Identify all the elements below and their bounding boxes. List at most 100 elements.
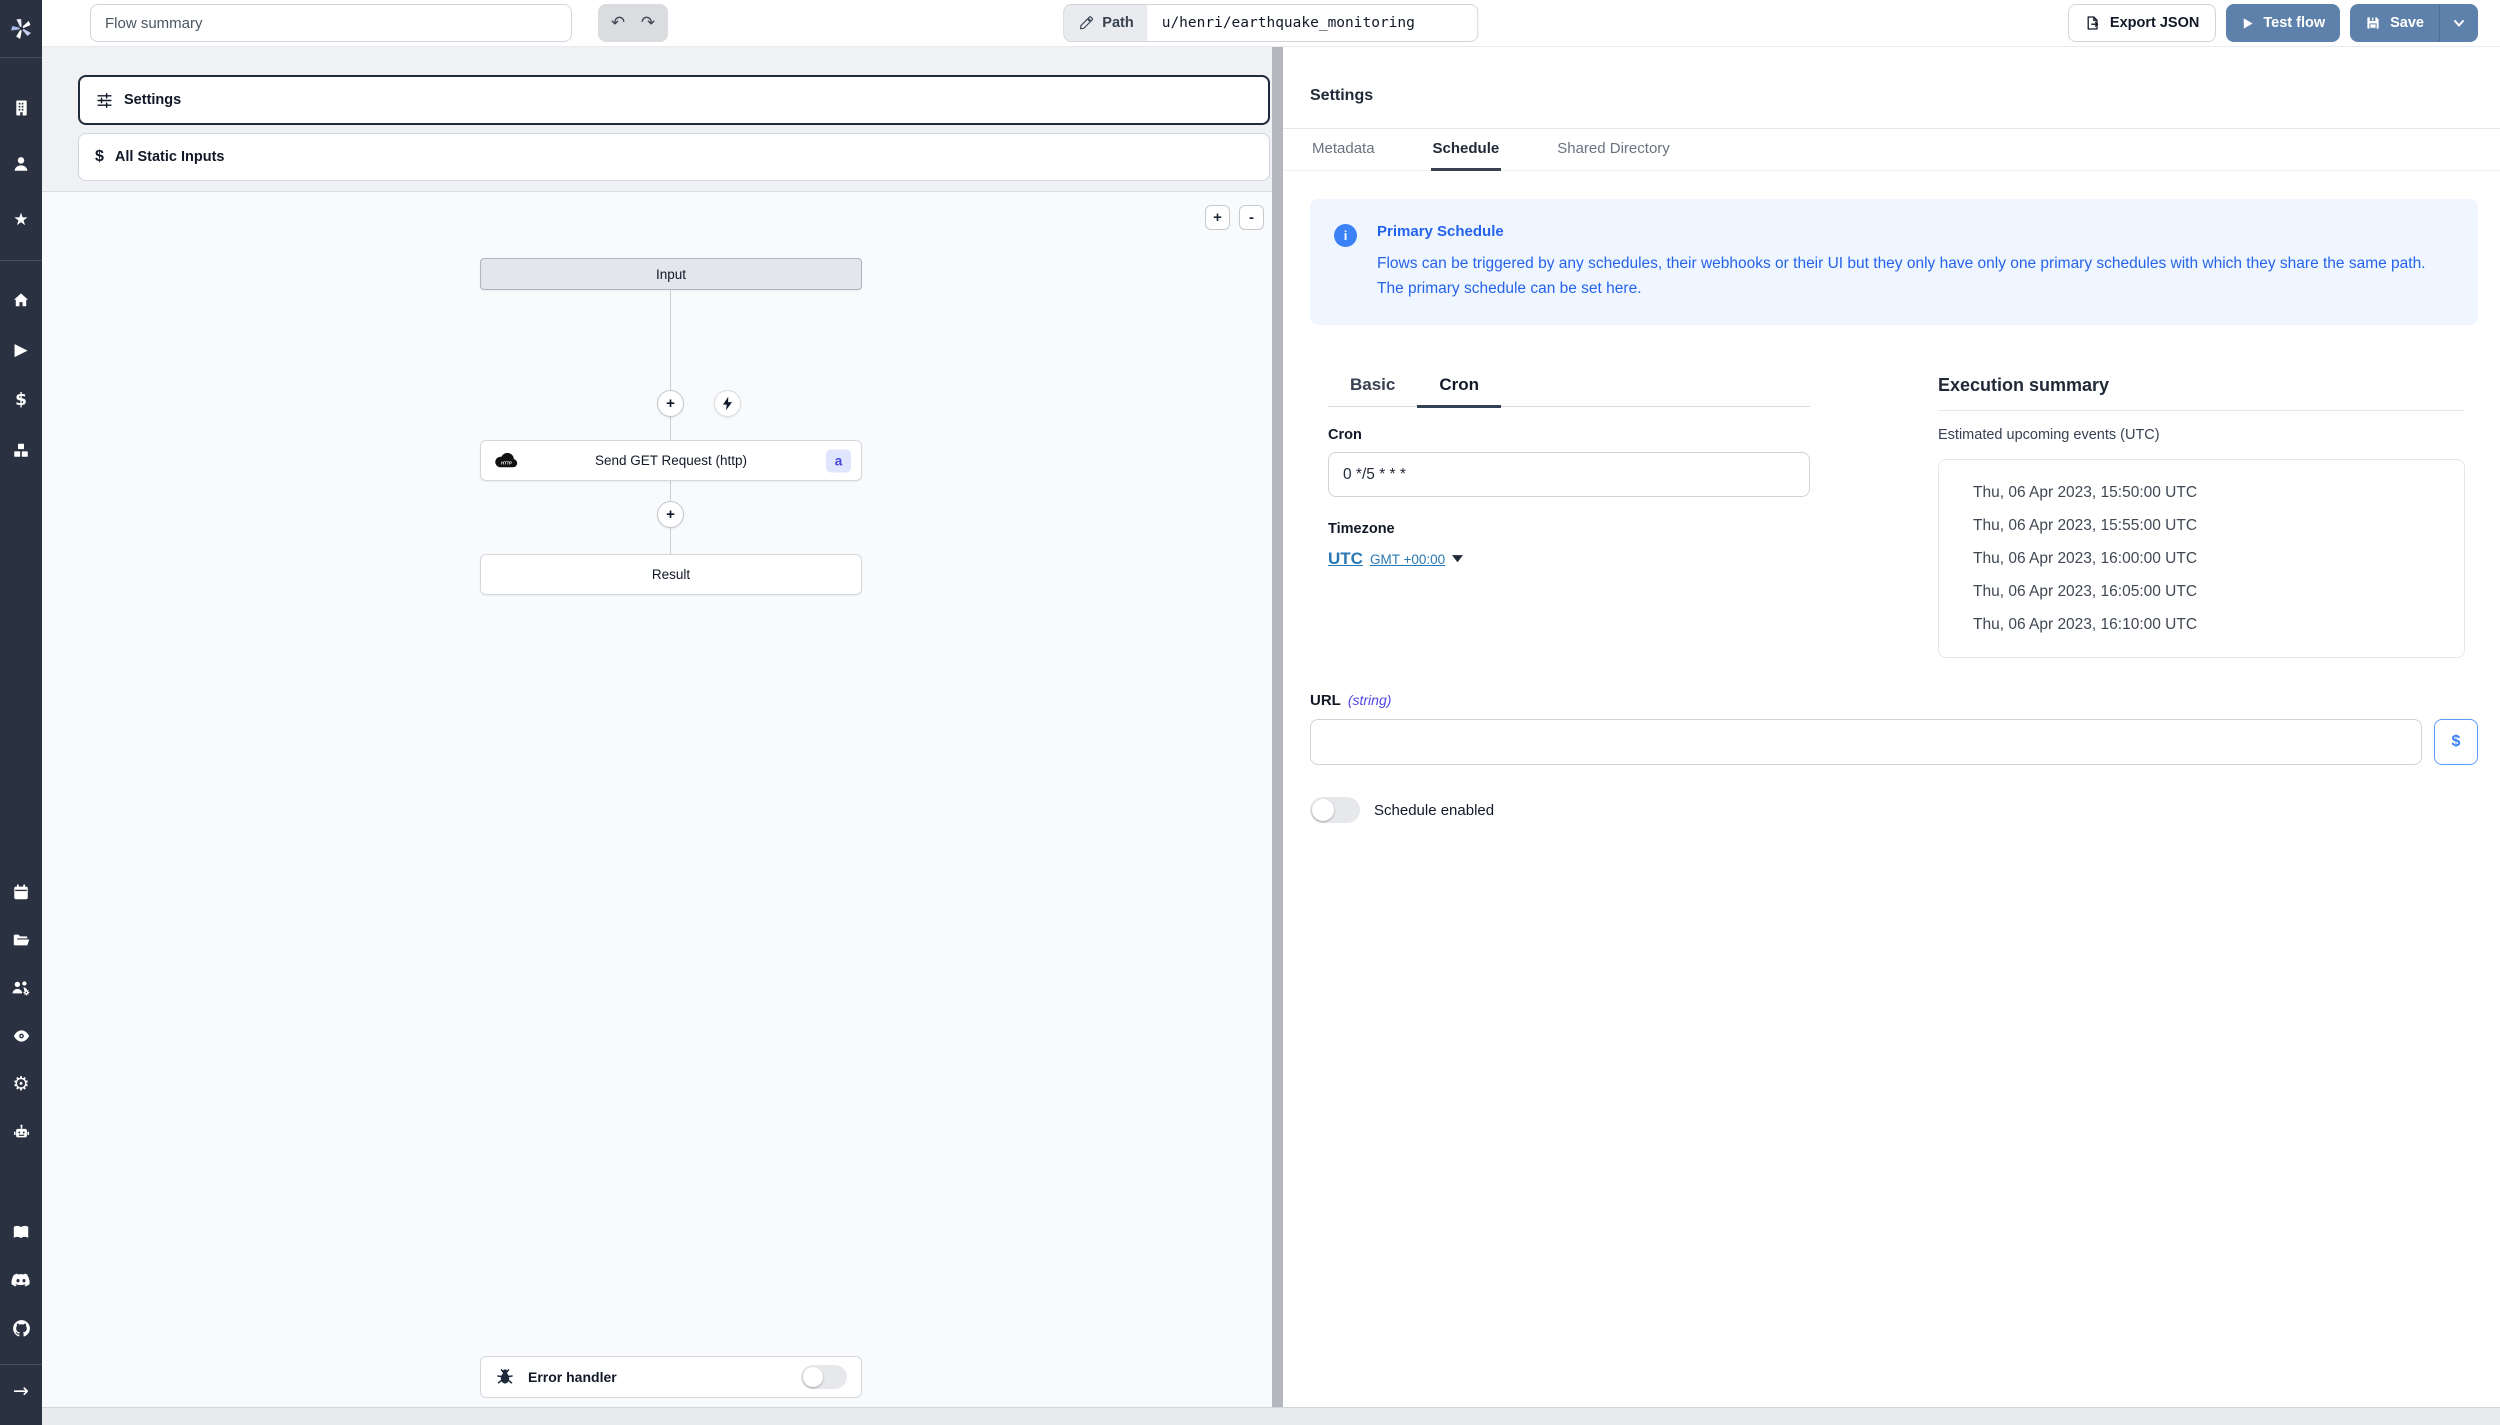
expand-sidebar-arrow-icon[interactable]: → <box>0 1365 42 1417</box>
event-row: Thu, 06 Apr 2023, 16:05:00 UTC <box>1973 575 2448 608</box>
bolt-icon <box>720 396 735 411</box>
zoom-controls: + - <box>1205 205 1264 230</box>
windmill-logo-icon[interactable] <box>0 0 42 58</box>
caret-down-icon <box>1452 555 1463 563</box>
flow-summary-input[interactable] <box>90 4 572 42</box>
execution-summary-title: Execution summary <box>1938 375 2465 396</box>
upcoming-events-label: Estimated upcoming events (UTC) <box>1938 427 2465 443</box>
add-step-button[interactable]: + <box>657 390 684 417</box>
settings-gear-icon[interactable]: ⚙ <box>0 1060 42 1108</box>
infobox-title: Primary Schedule <box>1377 223 2454 240</box>
flow-head: Settings $ All Static Inputs <box>42 47 1272 192</box>
error-handler-node[interactable]: Error handler <box>480 1356 862 1398</box>
sidebar: ★ ▶ $ ⚙ <box>0 0 42 1425</box>
sliders-icon <box>96 92 113 109</box>
docs-book-icon[interactable] <box>0 1208 42 1256</box>
static-inputs-card[interactable]: $ All Static Inputs <box>78 133 1270 181</box>
audit-logs-eye-icon[interactable] <box>0 1012 42 1060</box>
flow-settings-card[interactable]: Settings <box>78 75 1270 125</box>
tab-metadata[interactable]: Metadata <box>1310 129 1377 171</box>
url-field-label: URL (string) <box>1310 692 2478 709</box>
variables-dollar-icon[interactable]: $ <box>0 375 42 425</box>
settings-title: Settings <box>1310 87 2478 105</box>
event-row: Thu, 06 Apr 2023, 15:55:00 UTC <box>1973 509 2448 542</box>
ai-robot-icon[interactable] <box>0 1108 42 1156</box>
timezone-label: Timezone <box>1328 521 1810 537</box>
zoom-in-button[interactable]: + <box>1205 205 1230 230</box>
bottom-strip <box>42 1407 2500 1425</box>
sidebar-group-main: ▶ $ <box>0 261 42 475</box>
timezone-select[interactable]: UTC GMT +00:00 <box>1328 549 1463 569</box>
pane-splitter[interactable] <box>1272 47 1283 1407</box>
redo-button[interactable]: ↷ <box>633 8 663 38</box>
topbar-actions: Export JSON Test flow Save <box>2068 4 2478 42</box>
event-row: Thu, 06 Apr 2023, 16:10:00 UTC <box>1973 608 2448 641</box>
event-row: Thu, 06 Apr 2023, 15:50:00 UTC <box>1973 476 2448 509</box>
pencil-icon <box>1078 16 1093 31</box>
path-field[interactable]: Path u/henri/earthquake_monitoring <box>1063 4 1478 42</box>
runs-play-icon[interactable]: ▶ <box>0 325 42 375</box>
resources-cubes-icon[interactable] <box>0 425 42 475</box>
test-flow-button[interactable]: Test flow <box>2226 4 2340 42</box>
workspace-icon[interactable] <box>0 80 42 136</box>
flow-canvas[interactable]: + - Input + HTTP <box>42 192 1272 1407</box>
tab-schedule[interactable]: Schedule <box>1431 129 1502 171</box>
infobox-body: Flows can be triggered by any schedules,… <box>1377 251 2454 301</box>
cron-label: Cron <box>1328 427 1810 443</box>
url-input[interactable] <box>1310 719 2422 765</box>
user-icon[interactable] <box>0 136 42 192</box>
settings-tabs: Metadata Schedule Shared Directory <box>1283 129 2500 171</box>
flow-graph: Input + HTTP Send GET Request (http) a <box>480 258 862 598</box>
folders-icon[interactable] <box>0 916 42 964</box>
http-cloud-icon: HTTP <box>493 452 520 470</box>
home-icon[interactable] <box>0 275 42 325</box>
primary-schedule-infobox: i Primary Schedule Flows can be triggere… <box>1310 199 2478 325</box>
input-node[interactable]: Input <box>480 258 862 290</box>
execution-summary: Execution summary Estimated upcoming eve… <box>1938 375 2465 658</box>
schedule-mode-tabs: Basic Cron <box>1328 375 1810 407</box>
tab-basic[interactable]: Basic <box>1328 375 1417 408</box>
workers-users-icon[interactable] <box>0 964 42 1012</box>
sidebar-group-workspace: ★ <box>0 58 42 248</box>
schedules-calendar-icon[interactable] <box>0 868 42 916</box>
path-value[interactable]: u/henri/earthquake_monitoring <box>1148 5 1478 41</box>
expression-dollar-button[interactable]: $ <box>2434 719 2478 765</box>
error-handler-toggle[interactable] <box>801 1365 847 1389</box>
export-json-button[interactable]: Export JSON <box>2068 4 2216 42</box>
result-node[interactable]: Result <box>480 554 862 595</box>
info-icon: i <box>1334 224 1357 247</box>
schedule-enabled-toggle[interactable] <box>1310 797 1360 823</box>
cron-input[interactable] <box>1328 452 1810 497</box>
sidebar-group-links <box>0 1208 42 1352</box>
step-node[interactable]: HTTP Send GET Request (http) a <box>480 440 862 481</box>
github-icon[interactable] <box>0 1304 42 1352</box>
save-button[interactable]: Save <box>2350 4 2439 42</box>
sidebar-group-admin: ⚙ <box>0 868 42 1156</box>
schedule-editor: Basic Cron Cron Timezone UTC GMT +00:00 <box>1328 375 1810 658</box>
play-icon <box>2241 17 2254 30</box>
tab-cron[interactable]: Cron <box>1417 375 1501 408</box>
export-icon <box>2085 15 2101 31</box>
bug-icon <box>495 1367 515 1387</box>
add-step-button[interactable]: + <box>657 501 684 528</box>
windmill-flow-editor: ★ ▶ $ ⚙ <box>0 0 2500 1425</box>
save-dropdown-button[interactable] <box>2439 4 2478 42</box>
favorites-star-icon[interactable]: ★ <box>0 192 42 248</box>
save-icon <box>2365 15 2381 31</box>
undo-redo-group: ↶ ↷ <box>598 4 668 42</box>
chevron-down-icon <box>2452 16 2466 30</box>
discord-icon[interactable] <box>0 1256 42 1304</box>
divider <box>1938 410 2465 411</box>
settings-pane: Settings Metadata Schedule Shared Direct… <box>1283 47 2500 1407</box>
flow-pane: Settings $ All Static Inputs + - Input <box>42 47 1272 1407</box>
step-id-badge: a <box>826 449 851 472</box>
path-label: Path <box>1064 5 1147 41</box>
tab-shared-directory[interactable]: Shared Directory <box>1555 129 1672 171</box>
upcoming-events-list: Thu, 06 Apr 2023, 15:50:00 UTC Thu, 06 A… <box>1938 459 2465 658</box>
undo-button[interactable]: ↶ <box>603 8 633 38</box>
trigger-bolt-button[interactable] <box>714 390 741 417</box>
zoom-out-button[interactable]: - <box>1239 205 1264 230</box>
svg-text:HTTP: HTTP <box>501 460 512 465</box>
dollar-icon: $ <box>95 148 104 166</box>
save-split-button: Save <box>2350 4 2478 42</box>
